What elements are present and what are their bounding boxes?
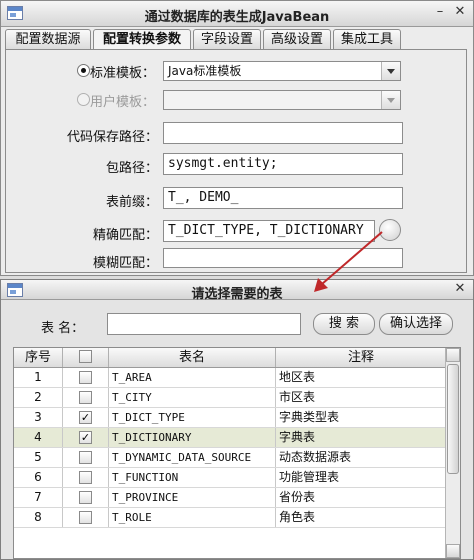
arrow-line [321, 231, 383, 285]
annotation-arrow [314, 231, 383, 292]
